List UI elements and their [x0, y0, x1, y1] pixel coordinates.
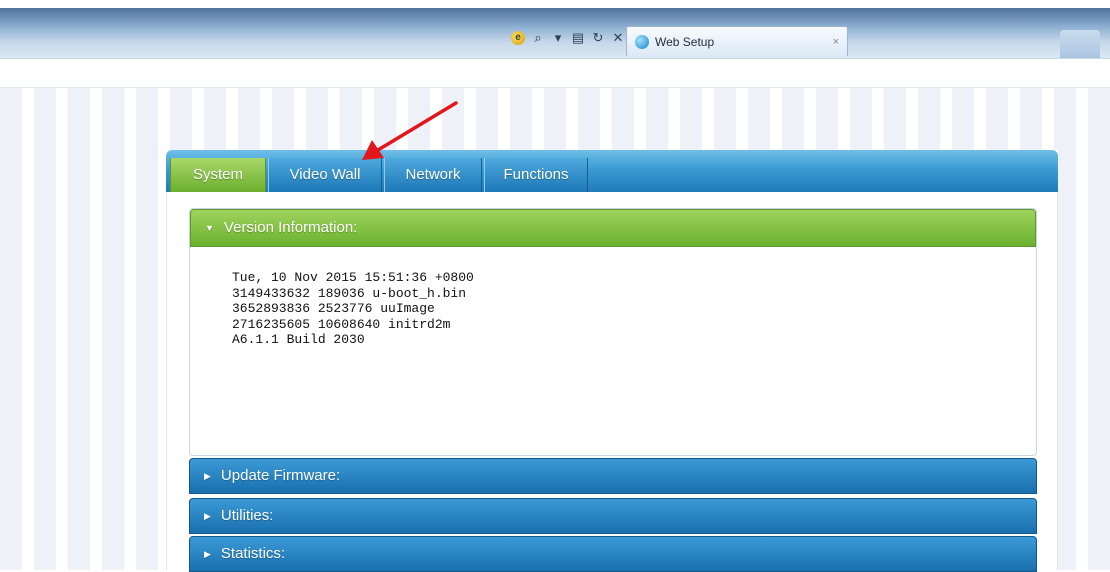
tab-video-wall[interactable]: Video Wall	[268, 158, 382, 192]
search-icon[interactable]: ⌕	[530, 30, 546, 46]
browser-tab-web-setup[interactable]: Web Setup ×	[626, 26, 848, 56]
compatibility-view-icon[interactable]: e	[510, 30, 526, 46]
tab-functions[interactable]: Functions	[484, 158, 588, 192]
utilities-title: Utilities:	[220, 507, 274, 524]
statistics-header[interactable]: ▶ Statistics:	[189, 536, 1037, 572]
web-setup-panel: System Video Wall Network Functions ▼ Ver…	[166, 150, 1058, 572]
tab-content-system: ▼ Version Information: Tue, 10 Nov 2015 1…	[166, 192, 1058, 572]
version-line: Tue, 10 Nov 2015 15:51:36 +0800	[232, 270, 474, 285]
address-bar-tools: e ⌕ ▾ ▤ ↻ ✕	[510, 28, 626, 48]
version-line: 2716235605 10608640 initrd2m	[232, 316, 451, 332]
close-icon[interactable]: ×	[833, 36, 839, 48]
update-firmware-title: Update Firmware:	[220, 467, 341, 484]
utilities-header[interactable]: ▶ Utilities:	[189, 498, 1037, 534]
version-information-title: Version Information:	[223, 219, 358, 236]
browser-toolbar-row	[0, 58, 1110, 88]
version-details: Tue, 10 Nov 2015 15:51:36 +0800 31494336…	[190, 247, 1036, 348]
version-line: 3652893836 2523776 uuImage	[232, 301, 435, 316]
collapsed-triangle-icon: ▶	[204, 549, 211, 560]
version-information-section: ▼ Version Information: Tue, 10 Nov 2015 1…	[189, 208, 1037, 456]
tab-network[interactable]: Network	[384, 158, 482, 192]
statistics-section: ▶ Statistics:	[189, 536, 1037, 572]
collapsed-triangle-icon: ▶	[204, 511, 211, 522]
browser-chrome: e ⌕ ▾ ▤ ↻ ✕ Web Setup ×	[0, 0, 1110, 60]
tab-system[interactable]: System	[170, 158, 266, 192]
browser-tab-title: Web Setup	[655, 34, 715, 49]
screen-top-strip	[0, 0, 1110, 8]
statistics-title: Statistics:	[220, 545, 286, 562]
expanded-triangle-icon: ▼	[205, 223, 214, 234]
new-tab-button[interactable]	[1060, 30, 1100, 60]
utilities-section: ▶ Utilities:	[189, 498, 1037, 534]
update-firmware-section: ▶ Update Firmware:	[189, 458, 1037, 494]
page-icon[interactable]: ▤	[570, 30, 586, 46]
ie-favicon-icon	[635, 34, 649, 49]
version-line: 3149433632 189036 u-boot_h.bin	[232, 285, 467, 301]
collapsed-triangle-icon: ▶	[204, 471, 211, 482]
main-tab-bar: System Video Wall Network Functions	[166, 150, 1058, 192]
refresh-icon[interactable]: ↻	[590, 30, 606, 46]
update-firmware-header[interactable]: ▶ Update Firmware:	[189, 458, 1037, 494]
version-information-header[interactable]: ▼ Version Information:	[190, 209, 1036, 247]
chevron-down-icon[interactable]: ▾	[550, 30, 566, 46]
version-line: A6.1.1 Build 2030	[232, 332, 365, 347]
stop-icon[interactable]: ✕	[610, 30, 626, 46]
